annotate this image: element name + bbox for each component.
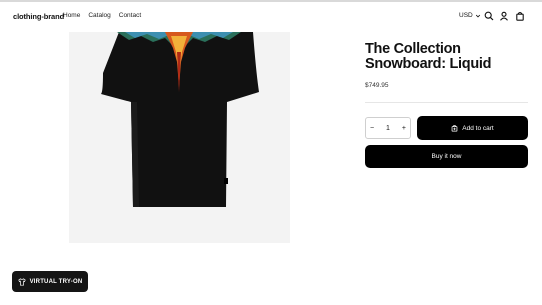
chevron-down-icon (475, 14, 480, 17)
buy-now-button[interactable]: Buy it now (365, 145, 528, 168)
virtual-tryon-button[interactable]: VIRTUAL TRY-ON (12, 271, 88, 292)
buy-now-label: Buy it now (431, 153, 462, 160)
tshirt-icon (17, 277, 26, 286)
quantity-increase-button[interactable]: + (402, 125, 406, 132)
site-header: clothing-brand Home Catalog Contact USD (0, 2, 542, 32)
tshirt-image (101, 32, 259, 207)
product-image[interactable] (69, 32, 290, 243)
quantity-stepper[interactable]: − 1 + (365, 117, 411, 139)
main-nav: Home Catalog Contact (63, 12, 141, 19)
currency-label: USD (459, 12, 473, 19)
quantity-decrease-button[interactable]: − (370, 125, 374, 132)
cart-add-icon (451, 124, 458, 132)
add-to-cart-button[interactable]: Add to cart (417, 116, 528, 140)
search-icon[interactable] (484, 11, 494, 21)
nav-home[interactable]: Home (63, 12, 80, 19)
account-icon[interactable] (499, 11, 509, 21)
nav-catalog[interactable]: Catalog (88, 12, 110, 19)
currency-selector[interactable]: USD (459, 12, 481, 19)
quantity-value[interactable]: 1 (386, 125, 390, 132)
product-title: The Collection Snowboard: Liquid (365, 41, 492, 72)
cart-icon[interactable] (515, 11, 525, 21)
add-to-cart-label: Add to cart (462, 124, 494, 132)
brand-logo[interactable]: clothing-brand (13, 12, 64, 21)
divider (365, 102, 528, 103)
virtual-tryon-label: VIRTUAL TRY-ON (29, 278, 83, 285)
nav-contact[interactable]: Contact (119, 12, 141, 19)
product-price: $749.95 (365, 82, 389, 89)
